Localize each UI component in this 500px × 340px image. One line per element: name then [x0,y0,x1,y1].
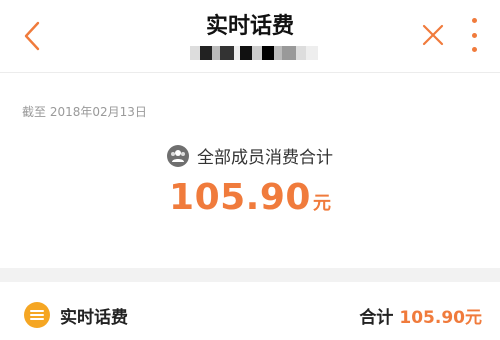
more-vertical-icon [471,18,477,23]
close-button[interactable] [420,22,446,48]
group-icon [167,144,189,167]
bill-total-label: 合计 [359,308,394,328]
bill-total: 合计 105.90元 [359,303,482,328]
total-amount: 105.90 元 [0,177,500,218]
section-divider [0,268,500,282]
bill-row-realtime[interactable]: 实时话费 合计 105.90元 [0,282,500,340]
masked-phone-number [190,46,318,60]
bill-title: 实时话费 [60,308,128,328]
bill-total-amount: 105.90元 [399,308,482,328]
consumption-summary: 截至 2018年02月13日 全部成员消费合计 105.90 元 [0,73,500,268]
list-icon [24,302,50,328]
amount-value: 105.90 [169,177,311,218]
close-icon [422,24,444,46]
date-text: 截至 2018年02月13日 [22,105,147,119]
more-options-button[interactable] [464,18,484,52]
members-total-line: 全部成员消费合计 [0,143,500,168]
app-header: 实时话费 [0,0,500,73]
amount-unit: 元 [312,193,331,214]
members-label: 全部成员消费合计 [197,148,333,168]
